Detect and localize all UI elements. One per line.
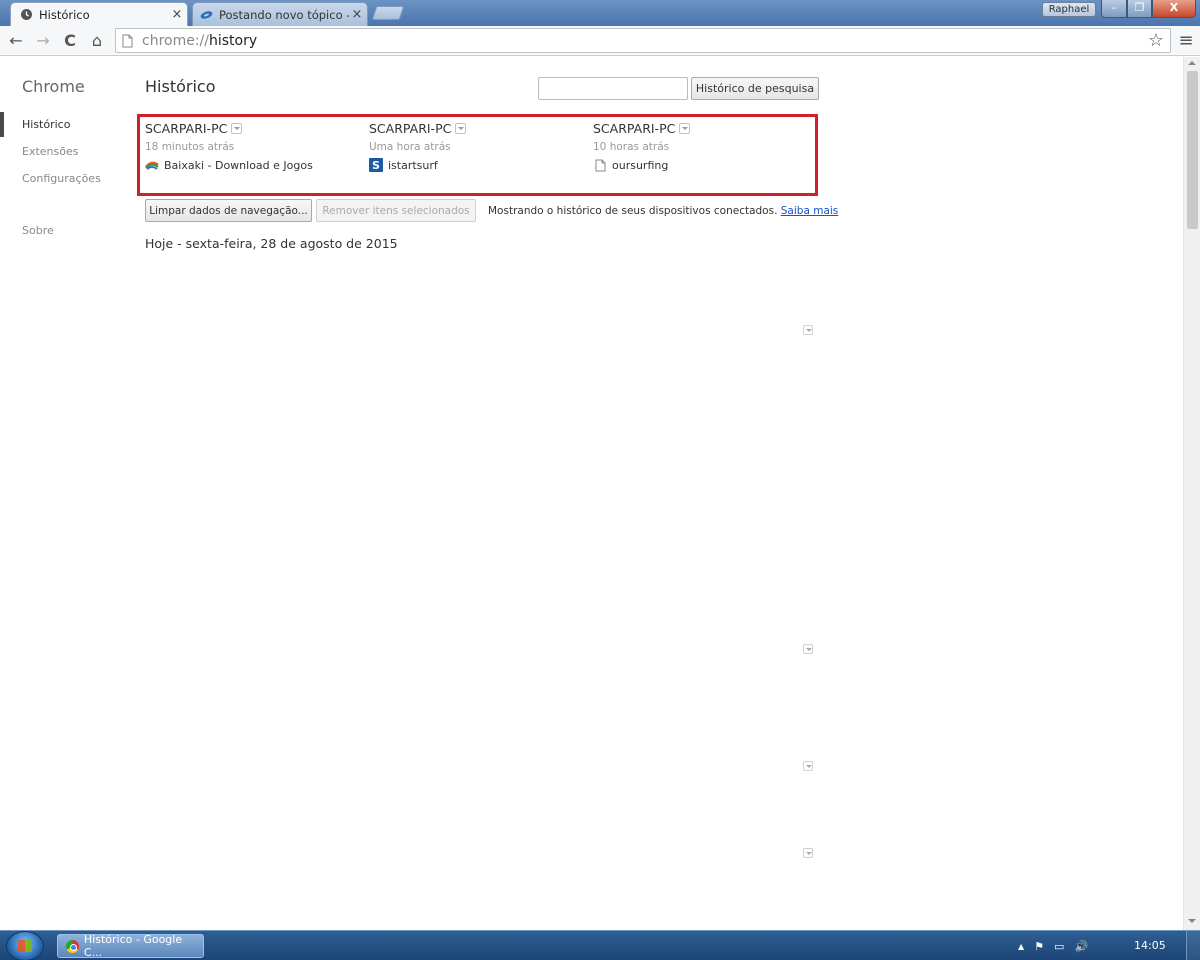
browser-toolbar: ← → C ⌂ chrome://history ☆ ≡ [0, 26, 1200, 56]
device-name: SCARPARI-PC [369, 121, 452, 136]
minimize-button[interactable]: – [1101, 0, 1127, 18]
device-tab-title: oursurfing [612, 158, 669, 172]
chrome-icon [66, 939, 79, 953]
sidebar: Chrome Histórico Extensões Configurações… [0, 60, 130, 930]
learn-more-link[interactable]: Saiba mais [781, 205, 839, 217]
clock-icon [20, 8, 33, 21]
sidebar-item-settings[interactable]: Configurações [22, 172, 101, 185]
url-text[interactable]: chrome://history [142, 33, 257, 49]
device-menu-icon[interactable] [679, 123, 691, 134]
row-menu-icon[interactable] [803, 848, 813, 858]
device-menu-icon[interactable] [231, 123, 243, 134]
home-button[interactable]: ⌂ [87, 30, 107, 50]
scroll-down-arrow-icon[interactable] [1188, 919, 1196, 923]
network-icon[interactable]: ▭ [1054, 940, 1064, 953]
menu-icon[interactable]: ≡ [1176, 30, 1196, 51]
sidebar-item-about[interactable]: Sobre [22, 224, 54, 237]
address-bar[interactable]: chrome://history ☆ [115, 28, 1171, 53]
tab-history[interactable]: Histórico × [10, 2, 188, 26]
device-time: Uma hora atrás [369, 141, 451, 153]
clock[interactable]: 14:05 [1134, 939, 1166, 952]
scroll-thumb[interactable] [1187, 71, 1198, 229]
system-tray: ▲ ⚑ ▭ 🔊 [1018, 931, 1098, 960]
page-icon [122, 34, 140, 48]
info-message: Mostrando o histórico de seus dispositiv… [488, 205, 778, 217]
forward-button[interactable]: → [33, 30, 53, 50]
device-tab-title: istartsurf [388, 158, 438, 172]
page-icon [593, 158, 607, 172]
device-session: SCARPARI-PC 10 horas atrás oursurfing [593, 121, 813, 172]
close-tab-icon[interactable]: × [349, 7, 365, 22]
search-input[interactable] [538, 77, 688, 100]
row-menu-icon[interactable] [803, 761, 813, 771]
sidebar-item-history[interactable]: Histórico [22, 118, 70, 131]
tab-label: Histórico [39, 7, 90, 22]
remove-selected-button[interactable]: Remover itens selecionados [316, 199, 476, 222]
device-time: 18 minutos atrás [145, 141, 235, 153]
reload-button[interactable]: C [60, 30, 80, 50]
row-menu-icon[interactable] [803, 325, 813, 335]
device-time: 10 horas atrás [593, 141, 670, 153]
title-bar: Histórico × Postando novo tópico - Fó × … [0, 0, 1200, 26]
device-name: SCARPARI-PC [145, 121, 228, 136]
forum-icon [200, 8, 213, 21]
show-desktop-button[interactable] [1186, 931, 1200, 960]
device-menu-icon[interactable] [455, 123, 467, 134]
close-window-button[interactable]: X [1152, 0, 1196, 18]
search-history-button[interactable]: Histórico de pesquisa [691, 77, 819, 100]
taskbar-item-chrome[interactable]: Histórico - Google C... [57, 933, 204, 959]
device-tab-link[interactable]: S istartsurf [369, 158, 589, 172]
vertical-scrollbar[interactable] [1183, 57, 1200, 930]
bookmark-star-icon[interactable]: ☆ [1146, 30, 1166, 51]
profile-button[interactable]: Raphael [1042, 2, 1096, 17]
device-tab-link[interactable]: Baixaki - Download e Jogos [145, 158, 365, 172]
action-center-flag-icon[interactable]: ⚑ [1034, 940, 1044, 953]
new-tab-button[interactable] [371, 6, 405, 20]
day-heading: Hoje - sexta-feira, 28 de agosto de 2015 [145, 236, 398, 251]
device-name: SCARPARI-PC [593, 121, 676, 136]
url-host: history [209, 32, 258, 49]
back-button[interactable]: ← [6, 30, 26, 50]
taskbar-item-label: Histórico - Google C... [83, 933, 183, 959]
clear-browsing-data-button[interactable]: Limpar dados de navegação... [145, 199, 312, 222]
tab-label: Postando novo tópico - Fó [219, 7, 349, 22]
device-session: SCARPARI-PC 18 minutos atrás Baixaki - D… [145, 121, 365, 172]
show-hidden-icons-icon[interactable]: ▲ [1018, 942, 1024, 951]
baixaki-icon [145, 158, 159, 172]
url-scheme: chrome:// [142, 32, 209, 49]
start-button[interactable] [6, 931, 44, 960]
device-session: SCARPARI-PC Uma hora atrás S istartsurf [369, 121, 589, 172]
istartsurf-icon: S [369, 158, 383, 172]
page-title: Histórico [145, 77, 216, 96]
sidebar-title: Chrome [22, 77, 85, 96]
taskbar: Histórico - Google C... ▲ ⚑ ▭ 🔊 14:05 [0, 930, 1200, 960]
selected-indicator [0, 112, 4, 137]
sidebar-item-extensions[interactable]: Extensões [22, 145, 78, 158]
maximize-button[interactable]: ❐ [1127, 0, 1152, 18]
scroll-up-arrow-icon[interactable] [1188, 61, 1196, 65]
device-tab-title: Baixaki - Download e Jogos [164, 158, 313, 172]
device-tab-link[interactable]: oursurfing [593, 158, 813, 172]
info-text: Mostrando o histórico de seus dispositiv… [488, 205, 838, 217]
row-menu-icon[interactable] [803, 644, 813, 654]
volume-icon[interactable]: 🔊 [1074, 940, 1088, 953]
tab-new-topic[interactable]: Postando novo tópico - Fó × [192, 2, 368, 26]
close-tab-icon[interactable]: × [169, 7, 185, 22]
